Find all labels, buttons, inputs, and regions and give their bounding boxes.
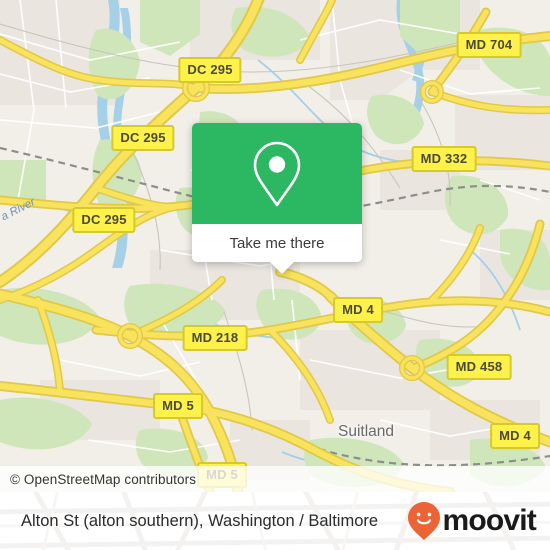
take-me-there-label: Take me there [229,234,325,252]
attribution-text: © OpenStreetMap contributors [10,471,197,487]
road-shield-md-4[interactable]: MD 4 [333,297,383,323]
road-shield-md-704[interactable]: MD 704 [456,32,522,58]
callout-tail [269,261,295,274]
road-shield-dc-295[interactable]: DC 295 [111,125,175,151]
road-shield-md-218[interactable]: MD 218 [182,325,248,351]
map-share-card: a River Suitland MD 704 DC 295 DC 295 MD… [0,0,550,550]
moovit-pin-smiley-icon [408,502,441,540]
road-shield-dc-295[interactable]: DC 295 [178,57,242,83]
map-canvas[interactable]: a River Suitland MD 704 DC 295 DC 295 MD… [0,0,550,492]
road-shield-md-5[interactable]: MD 5 [153,393,203,419]
page-title: Alton St (alton southern), Washington / … [21,511,379,530]
road-shield-md-332[interactable]: MD 332 [411,146,477,172]
road-shield-md-458[interactable]: MD 458 [446,354,512,380]
callout-action-bar[interactable]: Take me there [192,224,362,262]
moovit-wordmark: moovit [442,504,536,537]
map-attribution: © OpenStreetMap contributors [0,466,550,492]
moovit-logo[interactable]: moovit [407,501,537,541]
callout-green-panel [192,123,362,224]
map-pin-icon [253,141,301,206]
callout-body: Take me there [192,123,362,262]
place-label-suitland: Suitland [337,423,395,440]
road-shield-md-4[interactable]: MD 4 [490,423,540,449]
location-callout-card[interactable]: Take me there [192,123,362,274]
road-shield-dc-295[interactable]: DC 295 [72,207,136,233]
footer-bar: Alton St (alton southern), Washington / … [0,492,550,550]
